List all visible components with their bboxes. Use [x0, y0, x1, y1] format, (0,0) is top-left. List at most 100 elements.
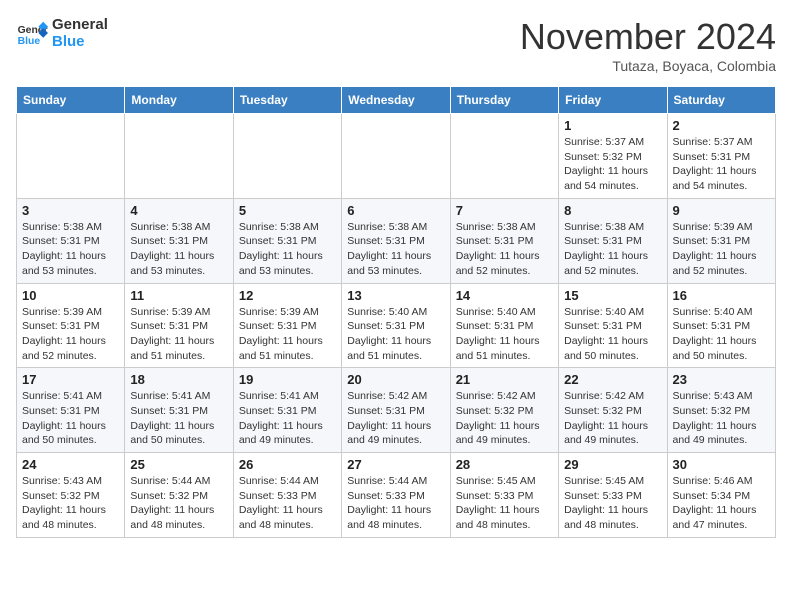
- day-info: Sunrise: 5:38 AMSunset: 5:31 PMDaylight:…: [239, 220, 336, 279]
- calendar-week-4: 17 Sunrise: 5:41 AMSunset: 5:31 PMDayligh…: [17, 368, 776, 453]
- day-number: 3: [22, 203, 119, 218]
- day-number: 29: [564, 457, 661, 472]
- day-info: Sunrise: 5:38 AMSunset: 5:31 PMDaylight:…: [130, 220, 227, 279]
- day-info: Sunrise: 5:40 AMSunset: 5:31 PMDaylight:…: [347, 305, 444, 364]
- calendar-cell: 11 Sunrise: 5:39 AMSunset: 5:31 PMDayligh…: [125, 283, 233, 368]
- calendar-cell: 12Sunrise: 5:39 AMSunset: 5:31 PMDayligh…: [233, 283, 341, 368]
- col-header-sunday: Sunday: [17, 87, 125, 114]
- day-number: 30: [673, 457, 770, 472]
- day-info: Sunrise: 5:38 AMSunset: 5:31 PMDaylight:…: [564, 220, 661, 279]
- day-number: 27: [347, 457, 444, 472]
- calendar-cell: 21Sunrise: 5:42 AMSunset: 5:32 PMDayligh…: [450, 368, 558, 453]
- calendar-cell: 25 Sunrise: 5:44 AMSunset: 5:32 PMDayligh…: [125, 453, 233, 538]
- calendar-cell: 4 Sunrise: 5:38 AMSunset: 5:31 PMDaylight…: [125, 198, 233, 283]
- day-info: Sunrise: 5:37 AMSunset: 5:32 PMDaylight:…: [564, 135, 661, 194]
- day-info: Sunrise: 5:44 AMSunset: 5:33 PMDaylight:…: [239, 474, 336, 533]
- day-info: Sunrise: 5:44 AMSunset: 5:32 PMDaylight:…: [130, 474, 227, 533]
- day-info: Sunrise: 5:41 AMSunset: 5:31 PMDaylight:…: [22, 389, 119, 448]
- day-info: Sunrise: 5:38 AMSunset: 5:31 PMDaylight:…: [456, 220, 553, 279]
- day-info: Sunrise: 5:43 AMSunset: 5:32 PMDaylight:…: [22, 474, 119, 533]
- title-block: November 2024 Tutaza, Boyaca, Colombia: [520, 16, 776, 74]
- calendar-cell: 18 Sunrise: 5:41 AMSunset: 5:31 PMDayligh…: [125, 368, 233, 453]
- day-number: 28: [456, 457, 553, 472]
- calendar-cell: 16 Sunrise: 5:40 AMSunset: 5:31 PMDayligh…: [667, 283, 775, 368]
- day-number: 21: [456, 372, 553, 387]
- day-info: Sunrise: 5:44 AMSunset: 5:33 PMDaylight:…: [347, 474, 444, 533]
- day-info: Sunrise: 5:39 AMSunset: 5:31 PMDaylight:…: [22, 305, 119, 364]
- calendar-cell: [450, 114, 558, 199]
- day-number: 4: [130, 203, 227, 218]
- day-info: Sunrise: 5:45 AMSunset: 5:33 PMDaylight:…: [456, 474, 553, 533]
- day-number: 19: [239, 372, 336, 387]
- day-number: 8: [564, 203, 661, 218]
- calendar-cell: [17, 114, 125, 199]
- day-info: Sunrise: 5:40 AMSunset: 5:31 PMDaylight:…: [673, 305, 770, 364]
- calendar-cell: 1 Sunrise: 5:37 AMSunset: 5:32 PMDaylight…: [559, 114, 667, 199]
- day-info: Sunrise: 5:39 AMSunset: 5:31 PMDaylight:…: [673, 220, 770, 279]
- day-info: Sunrise: 5:45 AMSunset: 5:33 PMDaylight:…: [564, 474, 661, 533]
- calendar-cell: 24 Sunrise: 5:43 AMSunset: 5:32 PMDayligh…: [17, 453, 125, 538]
- calendar-week-5: 24 Sunrise: 5:43 AMSunset: 5:32 PMDayligh…: [17, 453, 776, 538]
- calendar-cell: 28 Sunrise: 5:45 AMSunset: 5:33 PMDayligh…: [450, 453, 558, 538]
- calendar-cell: 15Sunrise: 5:40 AMSunset: 5:31 PMDayligh…: [559, 283, 667, 368]
- day-info: Sunrise: 5:37 AMSunset: 5:31 PMDaylight:…: [673, 135, 770, 194]
- calendar-cell: 13 Sunrise: 5:40 AMSunset: 5:31 PMDayligh…: [342, 283, 450, 368]
- logo-blue-text: Blue: [52, 33, 108, 50]
- calendar-cell: 20 Sunrise: 5:42 AMSunset: 5:31 PMDayligh…: [342, 368, 450, 453]
- logo: General Blue General Blue: [16, 16, 108, 50]
- col-header-tuesday: Tuesday: [233, 87, 341, 114]
- day-number: 2: [673, 118, 770, 133]
- day-number: 25: [130, 457, 227, 472]
- day-number: 18: [130, 372, 227, 387]
- day-info: Sunrise: 5:40 AMSunset: 5:31 PMDaylight:…: [456, 305, 553, 364]
- calendar-cell: 17 Sunrise: 5:41 AMSunset: 5:31 PMDayligh…: [17, 368, 125, 453]
- day-info: Sunrise: 5:41 AMSunset: 5:31 PMDaylight:…: [130, 389, 227, 448]
- day-info: Sunrise: 5:39 AMSunset: 5:31 PMDaylight:…: [130, 305, 227, 364]
- calendar-cell: 6Sunrise: 5:38 AMSunset: 5:31 PMDaylight…: [342, 198, 450, 283]
- day-info: Sunrise: 5:38 AMSunset: 5:31 PMDaylight:…: [22, 220, 119, 279]
- day-number: 24: [22, 457, 119, 472]
- calendar-cell: 26 Sunrise: 5:44 AMSunset: 5:33 PMDayligh…: [233, 453, 341, 538]
- month-title: November 2024: [520, 16, 776, 58]
- calendar-cell: [233, 114, 341, 199]
- day-info: Sunrise: 5:40 AMSunset: 5:31 PMDaylight:…: [564, 305, 661, 364]
- col-header-wednesday: Wednesday: [342, 87, 450, 114]
- calendar-cell: 8 Sunrise: 5:38 AMSunset: 5:31 PMDaylight…: [559, 198, 667, 283]
- day-number: 9: [673, 203, 770, 218]
- logo-general-text: General: [52, 16, 108, 33]
- day-info: Sunrise: 5:43 AMSunset: 5:32 PMDaylight:…: [673, 389, 770, 448]
- calendar-table: SundayMondayTuesdayWednesdayThursdayFrid…: [16, 86, 776, 538]
- day-number: 23: [673, 372, 770, 387]
- calendar-cell: 22Sunrise: 5:42 AMSunset: 5:32 PMDayligh…: [559, 368, 667, 453]
- col-header-friday: Friday: [559, 87, 667, 114]
- calendar-cell: [125, 114, 233, 199]
- calendar-cell: 19 Sunrise: 5:41 AMSunset: 5:31 PMDayligh…: [233, 368, 341, 453]
- day-number: 16: [673, 288, 770, 303]
- calendar-header-row: SundayMondayTuesdayWednesdayThursdayFrid…: [17, 87, 776, 114]
- day-number: 13: [347, 288, 444, 303]
- calendar-week-3: 10 Sunrise: 5:39 AMSunset: 5:31 PMDayligh…: [17, 283, 776, 368]
- day-number: 20: [347, 372, 444, 387]
- day-number: 6: [347, 203, 444, 218]
- svg-text:Blue: Blue: [18, 36, 41, 47]
- day-number: 11: [130, 288, 227, 303]
- day-number: 10: [22, 288, 119, 303]
- day-info: Sunrise: 5:39 AMSunset: 5:31 PMDaylight:…: [239, 305, 336, 364]
- col-header-thursday: Thursday: [450, 87, 558, 114]
- day-number: 17: [22, 372, 119, 387]
- day-info: Sunrise: 5:46 AMSunset: 5:34 PMDaylight:…: [673, 474, 770, 533]
- logo-icon: General Blue: [16, 17, 48, 49]
- calendar-cell: 5 Sunrise: 5:38 AMSunset: 5:31 PMDaylight…: [233, 198, 341, 283]
- calendar-cell: 23 Sunrise: 5:43 AMSunset: 5:32 PMDayligh…: [667, 368, 775, 453]
- day-number: 26: [239, 457, 336, 472]
- day-info: Sunrise: 5:42 AMSunset: 5:31 PMDaylight:…: [347, 389, 444, 448]
- day-number: 5: [239, 203, 336, 218]
- location: Tutaza, Boyaca, Colombia: [520, 58, 776, 74]
- day-info: Sunrise: 5:41 AMSunset: 5:31 PMDaylight:…: [239, 389, 336, 448]
- day-number: 1: [564, 118, 661, 133]
- calendar-cell: 29 Sunrise: 5:45 AMSunset: 5:33 PMDayligh…: [559, 453, 667, 538]
- day-number: 22: [564, 372, 661, 387]
- calendar-cell: [342, 114, 450, 199]
- col-header-saturday: Saturday: [667, 87, 775, 114]
- calendar-cell: 7Sunrise: 5:38 AMSunset: 5:31 PMDaylight…: [450, 198, 558, 283]
